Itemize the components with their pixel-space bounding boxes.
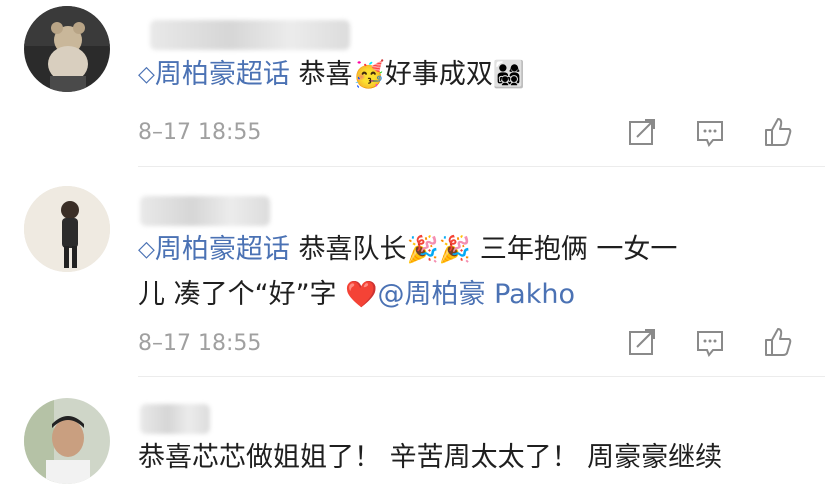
divider (138, 376, 825, 377)
action-bar (627, 326, 797, 360)
party-popper-emoji-icon: 🎉🎉 (406, 235, 472, 265)
comment-icon[interactable] (695, 116, 725, 148)
text-segment: 三年抱俩 一女一 (471, 234, 678, 265)
topic-link[interactable]: ◇周柏豪超话 (138, 59, 290, 90)
share-icon[interactable] (627, 116, 657, 148)
party-face-emoji-icon: 🥳 (352, 60, 385, 90)
comment-icon[interactable] (695, 326, 725, 358)
share-icon[interactable] (627, 326, 657, 358)
text-segment: 恭喜 (289, 59, 353, 90)
username-blurred[interactable] (140, 196, 270, 226)
timestamp: 8–17 18:55 (138, 331, 262, 356)
divider (138, 166, 825, 167)
like-icon[interactable] (763, 326, 793, 358)
text-segment: 好事成双 (384, 59, 493, 90)
timestamp: 8–17 18:55 (138, 120, 262, 145)
like-icon[interactable] (763, 116, 793, 148)
avatar[interactable] (24, 186, 110, 272)
avatar[interactable] (24, 398, 110, 484)
username-blurred[interactable] (140, 404, 210, 434)
comment-text: ◇周柏豪超话 恭喜队长🎉🎉 三年抱俩 一女一 (138, 226, 805, 274)
family-emoji-icon: 👨‍👩‍👧‍👦 (492, 60, 526, 90)
comment-text: ◇周柏豪超话 恭喜🥳好事成双👨‍👩‍👧‍👦 (138, 51, 805, 99)
topic-label: 周柏豪超话 (154, 234, 290, 265)
topic-diamond-icon: ◇ (138, 62, 155, 87)
comment-text-line-2: 儿 凑了个“好”字 ❤️@周柏豪 Pakho (138, 271, 805, 319)
topic-link[interactable]: ◇周柏豪超话 (138, 234, 290, 265)
avatar[interactable] (24, 6, 110, 92)
mention-link[interactable]: @周柏豪 Pakho (378, 279, 575, 310)
text-segment: 儿 凑了个“好”字 (138, 279, 346, 310)
username-blurred[interactable] (150, 20, 350, 50)
heart-emoji-icon: ❤️ (345, 280, 378, 310)
text-segment: 恭喜队长 (289, 234, 407, 265)
topic-label: 周柏豪超话 (154, 59, 290, 90)
action-bar (627, 116, 797, 150)
comment-text: 恭喜芯芯做姐姐了！ 辛苦周太太了！ 周豪豪继续 (138, 442, 723, 473)
topic-diamond-icon: ◇ (138, 237, 155, 262)
